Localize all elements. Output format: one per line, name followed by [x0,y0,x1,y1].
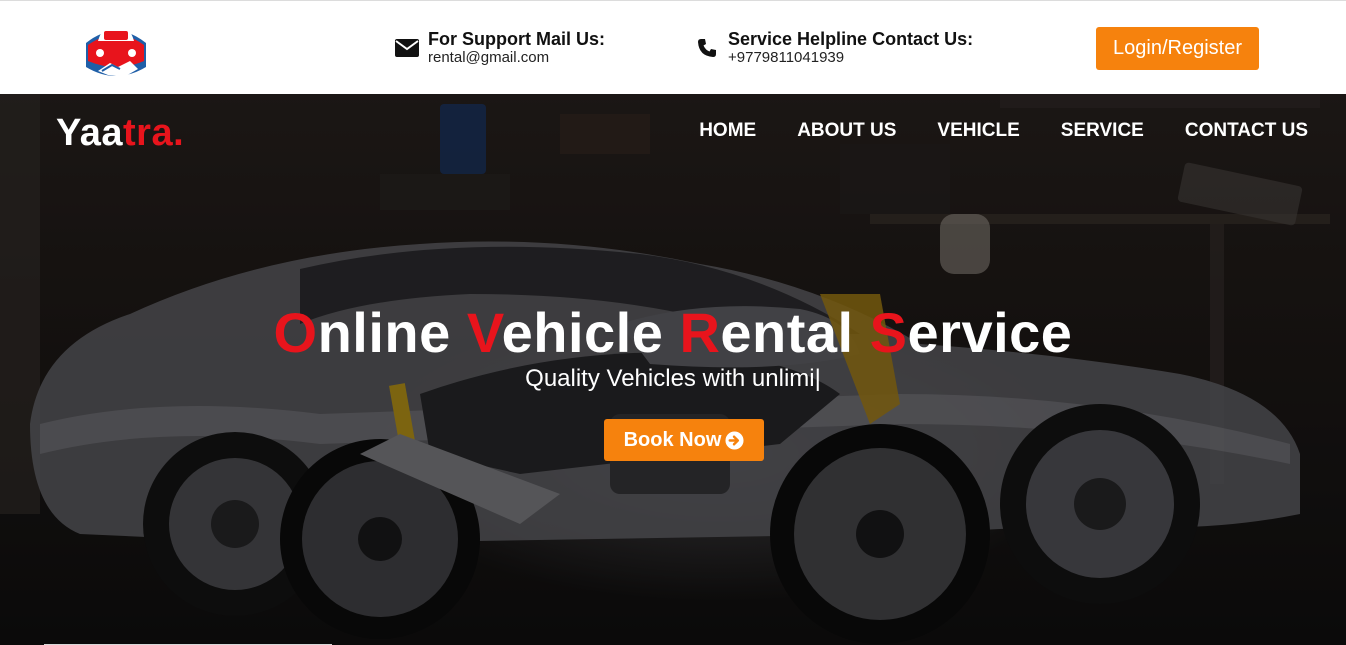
headline-cap-3: R [679,301,721,364]
phone-icon [694,37,720,59]
headline-word-2: ehicle [501,301,664,364]
headline-word-4: ervice [907,301,1073,364]
hero-subtitle: Quality Vehicles with unlimi| [0,365,1346,393]
arrow-circle-right-icon [725,430,744,450]
hero-section: Yaatra. HOME ABOUT US VEHICLE SERVICE CO… [0,94,1346,645]
headline-word-1: nline [317,301,451,364]
helpline-phone[interactable]: +9779811041939 [728,49,973,67]
helpline-block: Service Helpline Contact Us: +9779811041… [694,29,973,67]
nav-home[interactable]: HOME [699,120,756,142]
login-register-button[interactable]: Login/Register [1096,27,1259,70]
nav-contact-us[interactable]: CONTACT US [1185,120,1308,142]
brand-logo-text[interactable]: Yaatra. [56,112,184,155]
main-nav: HOME ABOUT US VEHICLE SERVICE CONTACT US [658,120,1308,142]
hero-headline: Online Vehicle Rental Service [0,300,1346,365]
book-now-label: Book Now [623,428,722,451]
headline-cap-1: O [273,301,318,364]
company-logo[interactable] [80,15,152,83]
nav-vehicle[interactable]: VEHICLE [937,120,1019,142]
typing-cursor: | [814,365,821,392]
support-mail-title: For Support Mail Us: [428,29,605,49]
nav-service[interactable]: SERVICE [1061,120,1144,142]
helpline-title: Service Helpline Contact Us: [728,29,974,49]
headline-cap-4: S [869,301,908,364]
headline-cap-2: V [466,301,502,364]
headline-word-3: ental [720,301,854,364]
support-email[interactable]: rental@gmail.com [428,49,605,67]
nav-about-us[interactable]: ABOUT US [797,120,896,142]
top-header: For Support Mail Us: rental@gmail.com Se… [0,0,1346,94]
brand-text-part2: tra. [123,112,185,154]
envelope-icon [394,37,420,59]
typed-subtitle-text: Quality Vehicles with unlimi [525,365,815,392]
brand-text-part1: Yaa [56,112,124,154]
support-mail-block: For Support Mail Us: rental@gmail.com [394,29,605,67]
book-now-button[interactable]: Book Now [604,419,764,461]
